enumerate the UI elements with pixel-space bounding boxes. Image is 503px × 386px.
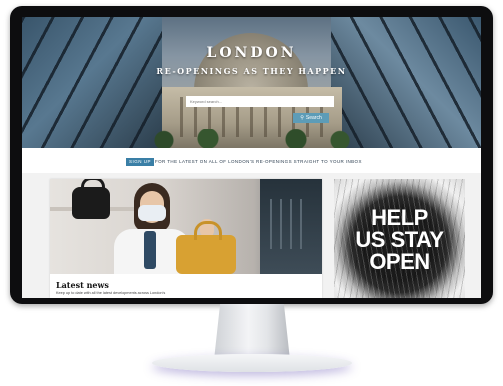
image-tie (144, 231, 156, 269)
latest-news-image (50, 179, 322, 274)
hero-title: LONDON (206, 45, 297, 61)
latest-news-card[interactable]: Latest news Keep up to date with all the… (50, 179, 322, 298)
monitor-stand-base (152, 354, 352, 372)
hero-image-trees (142, 129, 362, 148)
image-face-mask (138, 205, 166, 221)
latest-news-description: Keep up to date with all the latest deve… (56, 291, 166, 295)
website-screen: LONDON RE-OPENINGS AS THEY HAPPEN ⚲ Sear… (22, 17, 481, 298)
hero-image-glass-left (22, 17, 162, 148)
signup-button[interactable]: SIGN UP (126, 158, 155, 166)
image-black-handbag (72, 179, 110, 219)
poster-line-1: HELP (371, 205, 428, 230)
signup-text: FOR THE LATEST ON ALL OF LONDON'S RE-OPE… (155, 159, 362, 164)
monitor-stand-neck (214, 304, 290, 360)
search-input[interactable] (186, 96, 334, 107)
latest-news-title[interactable]: Latest news (56, 280, 109, 290)
hero-subtitle: RE-OPENINGS AS THEY HAPPEN (156, 66, 347, 76)
signup-bar: SIGN UP FOR THE LATEST ON ALL OF LONDON'… (22, 148, 481, 173)
search-button-label: Search (305, 115, 322, 121)
monitor: LONDON RE-OPENINGS AS THEY HAPPEN ⚲ Sear… (10, 6, 493, 304)
poster-line-2: US STAY (355, 227, 444, 252)
poster-line-3: OPEN (369, 249, 430, 274)
image-yellow-handbag (176, 221, 236, 274)
search-button[interactable]: ⚲ Search (293, 113, 329, 123)
hero-banner: LONDON RE-OPENINGS AS THEY HAPPEN ⚲ Sear… (22, 17, 481, 148)
image-doorway (260, 179, 322, 274)
help-us-stay-open-poster[interactable]: HELP US STAY OPEN (334, 179, 465, 298)
content-area: Latest news Keep up to date with all the… (22, 173, 481, 298)
search-icon: ⚲ (300, 115, 304, 121)
